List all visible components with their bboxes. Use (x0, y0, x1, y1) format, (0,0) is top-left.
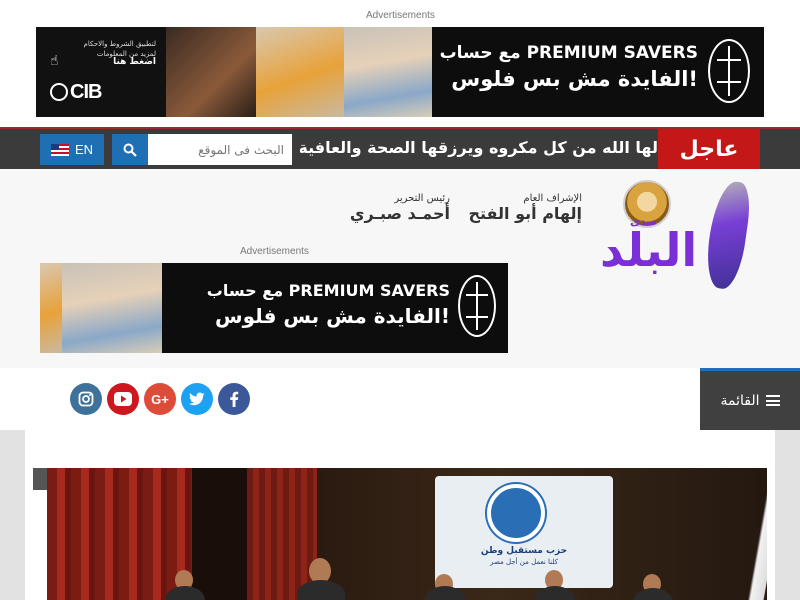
ad-promo-line1: مع حساب PREMIUM SAVERS (439, 43, 698, 63)
main-content: حزب مستقبل وطن كلنا نعمل من أجل مصر (0, 430, 800, 600)
supervisor-credit: الإشراف العام إلهام أبو الفتح (462, 193, 582, 223)
top-ad-banner[interactable]: لتطبيق الشروط والاحكام لمزيد من المعلوما… (36, 27, 764, 117)
curtain-center (247, 468, 317, 600)
screen-subtitle: كلنا نعمل من أجل مصر (490, 558, 558, 566)
editor-role: رئيس التحرير (394, 193, 450, 204)
party-logo-icon (487, 484, 545, 542)
youtube-icon[interactable] (107, 383, 139, 415)
search-input[interactable] (148, 134, 292, 165)
editor-credit: رئيس التحرير أحمـد صبـري (330, 193, 450, 223)
article-hero-image[interactable]: حزب مستقبل وطن كلنا نعمل من أجل مصر (47, 468, 767, 600)
cib-logo: CIB (50, 81, 102, 104)
news-ticker[interactable]: لها الله من كل مكروه ويرزقها الصحة والعا… (300, 129, 658, 169)
ad-terms-text: لتطبيق الشروط والاحكام لمزيد من المعلوما… (83, 40, 156, 58)
breaking-news-label: عاجل (658, 129, 760, 169)
bank-emblem-icon (708, 39, 750, 103)
facebook-icon[interactable] (218, 383, 250, 415)
language-button[interactable]: EN (40, 134, 104, 165)
site-logo[interactable]: صدى البلد (600, 175, 760, 291)
ad-promo-line1: مع حساب PREMIUM SAVERS (206, 281, 450, 300)
instagram-icon[interactable] (70, 383, 102, 415)
hamburger-icon (765, 395, 780, 406)
editor-name: أحمـد صبـري (349, 204, 450, 223)
ad-promo-line2: الفايدة مش بس فلوس! (215, 304, 450, 328)
ad-photos (40, 263, 162, 353)
top-bar: EN لها الله من كل مكروه ويرزقها الصحة وا… (0, 127, 800, 169)
search-icon (123, 143, 137, 157)
menu-label: القائمة (720, 392, 760, 409)
us-flag-icon (50, 143, 69, 156)
curtain-left (47, 468, 192, 600)
ticker-text[interactable]: لها الله من كل مكروه ويرزقها الصحة والعا… (300, 138, 658, 157)
top-ad-area: Advertisements لتطبيق الشروط والاحكام لم… (0, 0, 800, 127)
logo-swoosh (702, 179, 754, 291)
google-plus-icon[interactable]: G+ (144, 383, 176, 415)
supervisor-name: إلهام أبو الفتح (468, 204, 582, 223)
ad-photos (166, 27, 432, 117)
supervisor-role: الإشراف العام (523, 193, 582, 204)
flag (747, 488, 767, 600)
menu-button[interactable]: القائمة (700, 368, 800, 430)
language-label: EN (74, 142, 94, 157)
screen-title: حزب مستقبل وطن (480, 546, 568, 556)
ad-promo-text: مع حساب PREMIUM SAVERS الفايدة مش بس فلو… (440, 43, 698, 91)
bank-emblem-icon (458, 275, 496, 337)
site-header: صدى البلد الإشراف العام إلهام أبو الفتح … (0, 169, 800, 368)
ad-press-here[interactable]: اضغط هنا (113, 57, 156, 67)
twitter-icon[interactable] (181, 383, 213, 415)
projection-screen: حزب مستقبل وطن كلنا نعمل من أجل مصر (435, 476, 613, 588)
ad-promo-line2: الفايدة مش بس فلوس! (451, 67, 698, 91)
ad-promo-text: مع حساب PREMIUM SAVERS الفايدة مش بس فلو… (207, 281, 450, 328)
search-button[interactable] (112, 134, 148, 165)
logo-name: البلد (600, 223, 699, 277)
nav-bar: G+ القائمة (0, 368, 800, 430)
cib-ad-panel[interactable]: لتطبيق الشروط والاحكام لمزيد من المعلوما… (36, 27, 166, 117)
header-ad-banner[interactable]: مع حساب PREMIUM SAVERS الفايدة مش بس فلو… (40, 263, 508, 353)
ad-label: Advertisements (240, 246, 309, 257)
ad-label: Advertisements (366, 10, 435, 21)
hand-pointer-icon: ☝ (50, 53, 59, 69)
